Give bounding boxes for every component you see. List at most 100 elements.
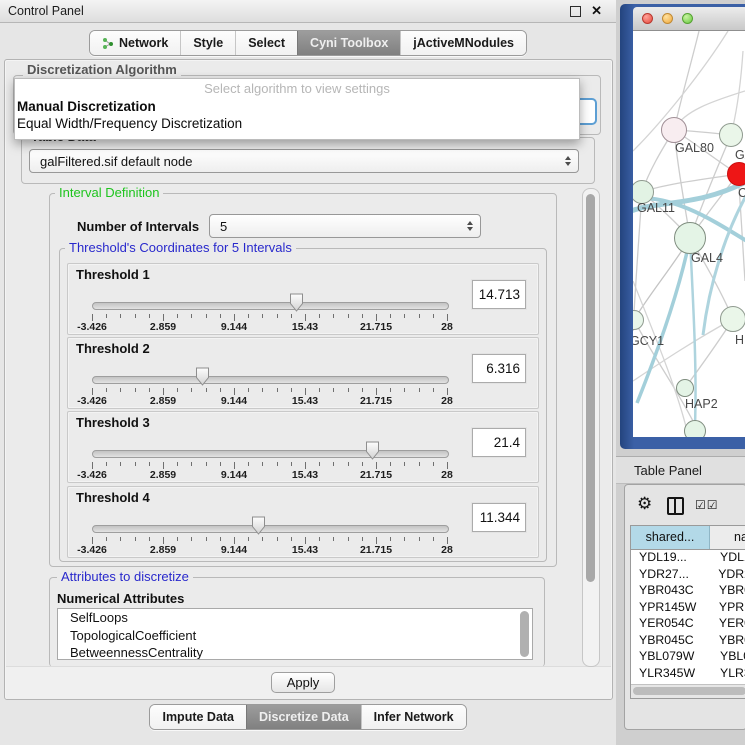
interval-definition-group-title: Interval Definition <box>55 186 163 200</box>
tab-style[interactable]: Style <box>180 31 235 55</box>
tab-impute-data[interactable]: Impute Data <box>150 705 246 729</box>
cell-name: YBR0 <box>708 633 745 650</box>
tick-mark <box>277 537 278 541</box>
number-of-intervals-value: 5 <box>220 219 227 234</box>
node-label-h: H <box>735 333 744 347</box>
column-header-shared-name[interactable]: shared... <box>631 526 710 549</box>
dropdown-option-equal-width-frequency-discretization[interactable]: Equal Width/Frequency Discretization <box>15 115 579 132</box>
network-node[interactable] <box>661 117 687 143</box>
slider-track[interactable] <box>92 525 449 533</box>
slider-thumb[interactable] <box>251 516 266 535</box>
tick-mark <box>433 314 434 318</box>
network-node[interactable] <box>674 222 706 254</box>
tick-mark <box>291 462 292 466</box>
tick-label: -3.426 <box>77 321 107 333</box>
slider-track[interactable] <box>92 450 449 458</box>
algorithm-dropdown-popup: Select algorithm to view settings Manual… <box>14 78 580 140</box>
threshold-slider[interactable]: -3.4262.8599.14415.4321.71528 <box>92 338 447 408</box>
tab-discretize-data[interactable]: Discretize Data <box>246 705 361 729</box>
tab-select[interactable]: Select <box>235 31 297 55</box>
panel-scrollbar-thumb[interactable] <box>586 194 595 582</box>
table-row[interactable]: YBR043CYBR0 <box>631 583 745 600</box>
tick-mark <box>319 462 320 466</box>
tick-mark <box>291 537 292 541</box>
zoom-traffic-light-icon[interactable] <box>682 13 693 24</box>
attribute-list-scrollbar[interactable] <box>520 611 529 657</box>
threshold-value-input[interactable] <box>472 280 526 309</box>
network-window-titlebar[interactable] <box>633 7 745 31</box>
tick-mark <box>248 462 249 466</box>
tick-mark <box>390 314 391 318</box>
table-data-combobox[interactable]: galFiltered.sif default node <box>29 149 579 173</box>
table-horizontal-scrollbar-thumb[interactable] <box>633 687 745 695</box>
threshold-value-input[interactable] <box>472 354 526 383</box>
tab-jactivemnodules[interactable]: jActiveMNodules <box>400 31 526 55</box>
node-table[interactable]: shared... na YDL19...YDL1YDR27...YDR2YBR… <box>630 525 745 699</box>
network-node[interactable] <box>684 420 706 437</box>
tick-mark <box>362 462 363 466</box>
list-item-topologicalcoefficient[interactable]: TopologicalCoefficient <box>58 627 532 645</box>
panel-scrollbar[interactable] <box>582 188 600 667</box>
slider-track[interactable] <box>92 376 449 384</box>
tab-cyni-toolbox[interactable]: Cyni Toolbox <box>297 31 400 55</box>
slider-thumb[interactable] <box>289 293 304 312</box>
table-row[interactable]: YPR145WYPR1 <box>631 600 745 617</box>
close-window-icon[interactable]: ✕ <box>591 0 602 22</box>
close-traffic-light-icon[interactable] <box>642 13 653 24</box>
dropdown-option-manual-discretization[interactable]: Manual Discretization <box>15 98 579 115</box>
tick-mark <box>220 388 221 392</box>
network-canvas[interactable]: GAL80GACGAL11GAL4GCY1HHAP2 <box>633 31 745 437</box>
threshold-slider[interactable]: -3.4262.8599.14415.4321.71528 <box>92 487 447 557</box>
table-row[interactable]: YER054CYER0 <box>631 616 745 633</box>
tab-label: Select <box>248 36 285 50</box>
tick-mark <box>120 462 121 466</box>
table-row[interactable]: YDL19...YDL1 <box>631 550 745 567</box>
table-row[interactable]: YBR045CYBR0 <box>631 633 745 650</box>
minimize-traffic-light-icon[interactable] <box>662 13 673 24</box>
list-item-selfloops[interactable]: SelfLoops <box>58 609 532 627</box>
network-node[interactable] <box>727 162 745 186</box>
threshold-value-input[interactable] <box>472 503 526 532</box>
tick-mark <box>206 462 207 466</box>
tab-network[interactable]: Network <box>90 31 180 55</box>
cell-name: YPR1 <box>708 600 745 617</box>
threshold-panel-3: Threshold 3-3.4262.8599.14415.4321.71528 <box>67 411 539 483</box>
table-horizontal-scrollbar[interactable] <box>631 684 745 698</box>
threshold-value-input[interactable] <box>472 428 526 457</box>
gear-icon[interactable]: ⚙ <box>637 494 652 514</box>
network-node[interactable] <box>719 123 743 147</box>
tick-mark <box>248 314 249 318</box>
tick-mark <box>177 462 178 466</box>
slider-thumb[interactable] <box>195 367 210 386</box>
table-row[interactable]: YBL079WYBL0 <box>631 649 745 666</box>
network-node[interactable] <box>720 306 745 332</box>
list-item-betweennesscentrality[interactable]: BetweennessCentrality <box>58 644 532 660</box>
column-header-name[interactable]: na <box>710 526 745 549</box>
slider-track[interactable] <box>92 302 449 310</box>
checkbox-icons[interactable]: ☑☑ <box>695 498 719 512</box>
node-label-hap2: HAP2 <box>685 397 718 411</box>
numerical-attributes-list[interactable]: SelfLoopsTopologicalCoefficientBetweenne… <box>57 608 533 660</box>
tick-mark <box>362 537 363 541</box>
tick-mark <box>333 462 334 466</box>
cell-shared-name: YDL19... <box>631 550 709 567</box>
table-row[interactable]: YDR27...YDR2 <box>631 567 745 584</box>
slider-tick-labels: -3.4262.8599.14415.4321.71528 <box>92 395 447 407</box>
apply-button[interactable]: Apply <box>271 672 335 693</box>
control-panel-titlebar[interactable]: Control Panel ✕ <box>0 0 616 23</box>
tick-label: 9.144 <box>221 395 247 407</box>
cell-shared-name: YER054C <box>631 616 708 633</box>
threshold-slider[interactable]: -3.4262.8599.14415.4321.71528 <box>92 264 447 334</box>
network-edge[interactable] <box>633 281 688 435</box>
tick-mark <box>191 462 192 466</box>
float-window-icon[interactable] <box>570 6 581 17</box>
number-of-intervals-combobox[interactable]: 5 <box>209 214 481 238</box>
threshold-slider[interactable]: -3.4262.8599.14415.4321.71528 <box>92 412 447 482</box>
column-layout-icon[interactable] <box>667 497 684 515</box>
network-node[interactable] <box>676 379 694 397</box>
table-row[interactable]: YLR345WYLR3 <box>631 666 745 683</box>
tick-mark <box>291 388 292 392</box>
tab-infer-network[interactable]: Infer Network <box>361 705 466 729</box>
tick-mark <box>419 388 420 392</box>
slider-thumb[interactable] <box>365 441 380 460</box>
